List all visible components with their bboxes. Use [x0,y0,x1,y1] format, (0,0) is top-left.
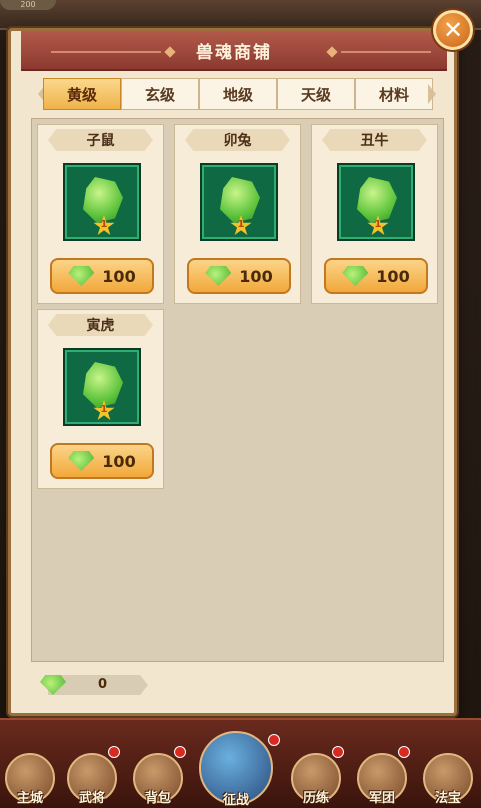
green-gem-icon [68,266,95,286]
star-level: 1 [374,219,382,230]
currency-display: 0 [40,675,150,695]
tab-right-arrow-icon[interactable] [428,84,436,104]
nav-legion[interactable]: 军团 [352,740,412,806]
green-gem-icon [68,451,95,471]
buy-button[interactable]: 100 [187,258,291,294]
nav-label: 军团 [368,791,395,806]
bottom-nav-bar: 主城 武将 背包 征战 历练 军团 法宝 [0,718,481,808]
item-price: 100 [102,266,136,286]
shop-item-card: 寅虎 1 100 [37,309,164,489]
nav-label: 历练 [302,791,329,806]
green-gem-icon [357,177,397,223]
green-gem-icon [342,266,369,286]
item-name: 子鼠 [48,129,153,151]
item-price: 100 [239,266,273,286]
header-ornament-line [51,51,161,53]
shop-item-card: 丑牛 1 100 [311,124,438,304]
nav-generals[interactable]: 武将 [62,740,122,806]
green-gem-icon [83,177,123,223]
item-price: 100 [376,266,410,286]
nav-label: 法宝 [434,791,461,806]
modal-title: 兽魂商铺 [196,42,272,63]
item-icon-frame[interactable]: 1 [63,163,141,241]
notification-dot [108,746,120,758]
item-price: 100 [102,451,136,471]
green-gem-icon [220,177,260,223]
header-diamond-icon [326,46,338,58]
green-gem-icon [205,266,232,286]
modal-header: 兽魂商铺 [21,31,447,71]
close-icon: ✕ [442,16,464,44]
notification-dot [398,746,410,758]
shop-item-card: 卯兔 1 100 [174,124,301,304]
item-name: 丑牛 [322,129,427,151]
tab-xuanji[interactable]: 玄级 [121,78,199,110]
star-level: 1 [100,404,108,415]
nav-label: 主城 [16,791,43,806]
top-status-strip: 200 [0,0,481,30]
item-icon-frame[interactable]: 1 [337,163,415,241]
nav-campaign[interactable]: 征战 [196,720,280,808]
notification-dot [268,734,280,746]
tab-huangji[interactable]: 黄级 [43,78,121,110]
buy-button[interactable]: 100 [50,443,154,479]
buy-button[interactable]: 100 [324,258,428,294]
nav-backpack[interactable]: 背包 [128,740,188,806]
shop-item-card: 子鼠 1 100 [37,124,164,304]
nav-label: 征战 [222,793,249,808]
tab-diji[interactable]: 地级 [199,78,277,110]
nav-treasure[interactable]: 法宝 [418,740,478,806]
header-diamond-icon [164,46,176,58]
header-ornament-line [341,51,431,53]
item-name: 卯兔 [185,129,290,151]
tab-tianji[interactable]: 天级 [277,78,355,110]
notification-dot [332,746,344,758]
nav-label: 背包 [144,791,171,806]
close-button[interactable]: ✕ [433,10,473,50]
star-level: 1 [100,219,108,230]
top-badge: 200 [0,0,56,10]
tier-tabs: 黄级 玄级 地级 天级 材料 [43,78,433,110]
item-name: 寅虎 [48,314,153,336]
nav-label: 武将 [78,791,105,806]
currency-value: 0 [98,677,108,692]
tab-cailiao[interactable]: 材料 [355,78,433,110]
shop-item-grid: 子鼠 1 100 卯兔 1 100 丑牛 1 100 寅虎 1 100 [31,118,444,662]
star-level: 1 [237,219,245,230]
nav-training[interactable]: 历练 [286,740,346,806]
green-gem-icon [83,362,123,408]
nav-main-city[interactable]: 主城 [0,740,60,806]
item-icon-frame[interactable]: 1 [63,348,141,426]
item-icon-frame[interactable]: 1 [200,163,278,241]
buy-button[interactable]: 100 [50,258,154,294]
notification-dot [174,746,186,758]
